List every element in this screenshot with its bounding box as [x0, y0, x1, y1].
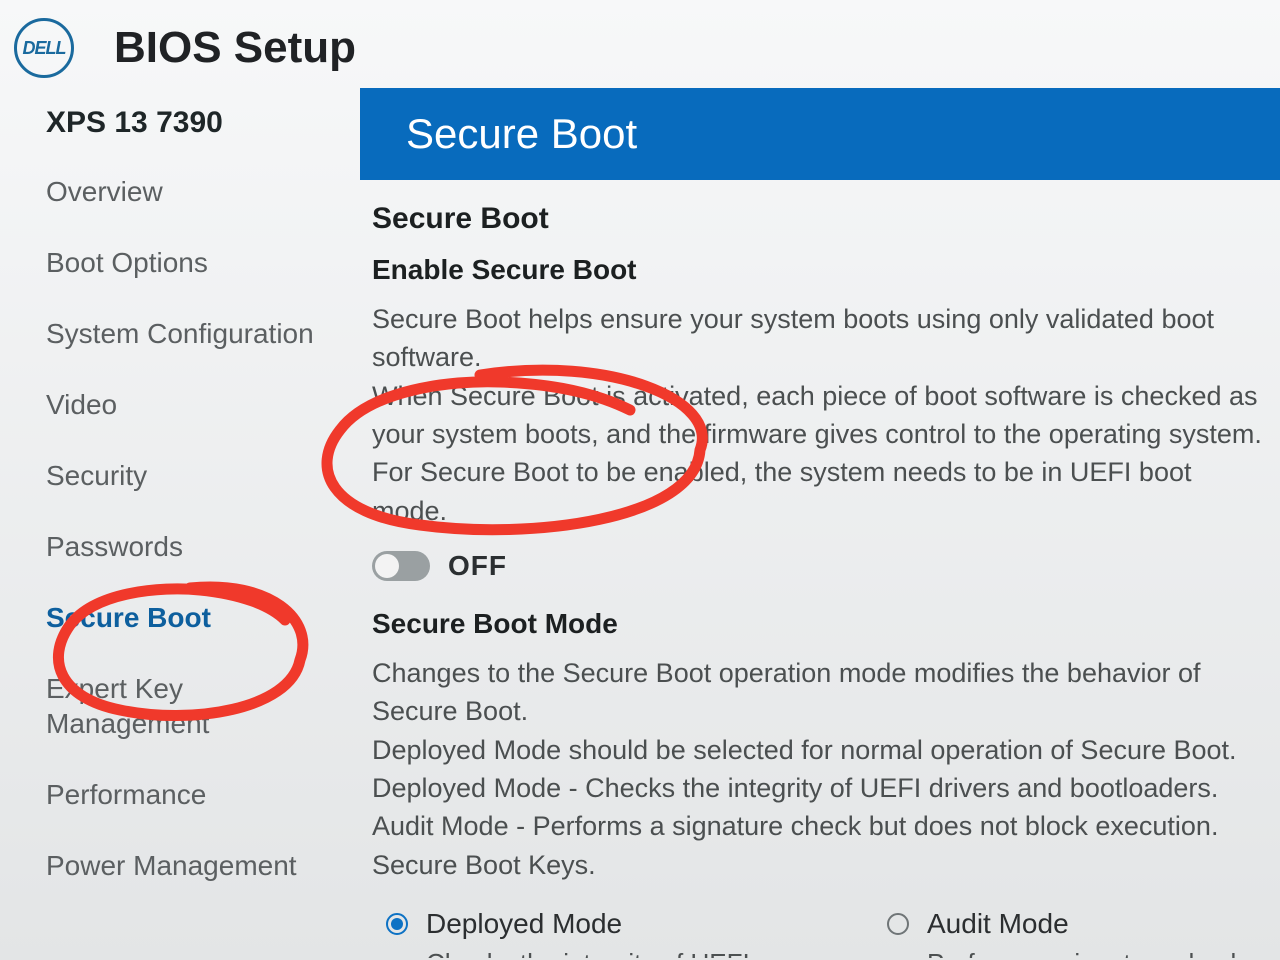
radio-audit-mode[interactable]: Audit Mode: [887, 908, 1268, 940]
radio-option-audit: Audit Mode Performs a signature check bu…: [887, 908, 1268, 958]
secure-boot-mode-title: Secure Boot Mode: [360, 600, 1280, 654]
content: Secure Boot Secure Boot Enable Secure Bo…: [360, 88, 1280, 958]
secure-boot-mode-desc: Changes to the Secure Boot operation mod…: [360, 654, 1280, 898]
radio-icon: [386, 913, 408, 935]
sidebar: XPS 13 7390 Overview Boot Options System…: [0, 88, 360, 958]
secure-boot-toggle-state: OFF: [448, 550, 507, 582]
secure-boot-toggle-row: OFF: [360, 544, 1280, 600]
section-title-secure-boot: Secure Boot: [360, 202, 1280, 246]
dell-logo-icon: DELL: [14, 18, 74, 78]
sidebar-item-video[interactable]: Video: [46, 387, 350, 422]
content-banner: Secure Boot: [360, 88, 1280, 180]
radio-audit-label: Audit Mode: [927, 908, 1069, 940]
radio-deployed-mode[interactable]: Deployed Mode: [386, 908, 767, 940]
radio-icon: [887, 913, 909, 935]
radio-deployed-label: Deployed Mode: [426, 908, 622, 940]
enable-secure-boot-desc: Secure Boot helps ensure your system boo…: [360, 300, 1280, 544]
radio-option-deployed: Deployed Mode Checks the integrity of UE…: [386, 908, 767, 958]
sidebar-item-passwords[interactable]: Passwords: [46, 529, 350, 564]
sidebar-item-secure-boot[interactable]: Secure Boot: [46, 600, 350, 635]
sidebar-item-boot-options[interactable]: Boot Options: [46, 245, 350, 280]
sidebar-item-expert-key-management[interactable]: Expert Key Management: [46, 671, 350, 741]
secure-boot-toggle[interactable]: [372, 551, 430, 581]
model-name: XPS 13 7390: [46, 106, 350, 140]
header: DELL BIOS Setup: [0, 0, 1280, 88]
secure-boot-mode-options: Deployed Mode Checks the integrity of UE…: [360, 898, 1280, 958]
dell-logo-text: DELL: [23, 38, 66, 59]
toggle-knob-icon: [375, 554, 399, 578]
sidebar-item-overview[interactable]: Overview: [46, 174, 350, 209]
page-title: BIOS Setup: [114, 23, 356, 73]
enable-secure-boot-title: Enable Secure Boot: [360, 246, 1280, 300]
radio-audit-desc: Performs a signature check but does not …: [887, 946, 1268, 958]
sidebar-item-performance[interactable]: Performance: [46, 777, 350, 812]
sidebar-item-security[interactable]: Security: [46, 458, 350, 493]
bios-screen: DELL BIOS Setup XPS 13 7390 Overview Boo…: [0, 0, 1280, 960]
radio-deployed-desc: Checks the integrity of UEFI drivers and…: [386, 946, 767, 958]
body: XPS 13 7390 Overview Boot Options System…: [0, 88, 1280, 958]
sidebar-item-system-configuration[interactable]: System Configuration: [46, 316, 350, 351]
sidebar-item-power-management[interactable]: Power Management: [46, 848, 350, 883]
